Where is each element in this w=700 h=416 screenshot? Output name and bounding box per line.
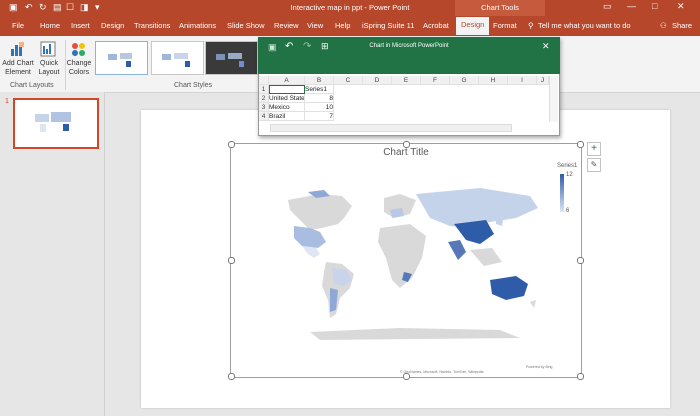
- resize-handle[interactable]: [228, 373, 235, 380]
- column-header[interactable]: C: [334, 76, 363, 85]
- tab-file[interactable]: File: [12, 21, 24, 30]
- chart-data-title: Chart in Microsoft PowerPoint: [369, 43, 449, 49]
- cell-b2[interactable]: 8: [305, 94, 334, 103]
- change-colors-button[interactable]: Change Colors: [64, 59, 94, 77]
- tell-me-input[interactable]: Tell me what you want to do: [538, 21, 631, 30]
- ribbon-display-icon[interactable]: ▭: [603, 1, 612, 12]
- cell-a1[interactable]: [269, 85, 305, 94]
- maximize-button[interactable]: □: [652, 1, 657, 11]
- quick-layout-label: Layout: [38, 69, 60, 76]
- tab-design[interactable]: Design: [101, 21, 124, 30]
- cell-a4[interactable]: Brazil: [269, 112, 305, 121]
- vertical-scrollbar[interactable]: [549, 76, 558, 122]
- cell-a3[interactable]: Mexico: [269, 103, 305, 112]
- column-header[interactable]: B: [305, 76, 334, 85]
- world-map[interactable]: [280, 188, 545, 348]
- legend-title: Series1: [557, 163, 578, 169]
- slide-number: 1: [5, 98, 9, 105]
- tab-insert[interactable]: Insert: [71, 21, 90, 30]
- region-north-america: [288, 194, 352, 230]
- region-southeast-asia: [470, 248, 502, 266]
- tab-transitions[interactable]: Transitions: [134, 21, 170, 30]
- column-header[interactable]: J: [537, 76, 549, 85]
- tab-acrobat[interactable]: Acrobat: [423, 21, 449, 30]
- country-japan: [496, 214, 504, 226]
- chart-style-2[interactable]: [151, 41, 204, 75]
- tab-slide-show[interactable]: Slide Show: [227, 21, 265, 30]
- group-chart-layouts-label: Chart Layouts: [10, 82, 54, 89]
- share-button[interactable]: Share: [672, 21, 692, 30]
- title-bar: ▣ ↶ ↻ ▤ ☐ ◨ ▾ Interactive map in ppt - P…: [0, 0, 700, 16]
- resize-handle[interactable]: [577, 373, 584, 380]
- resize-handle[interactable]: [403, 373, 410, 380]
- tab-home[interactable]: Home: [40, 21, 60, 30]
- minimize-button[interactable]: —: [627, 1, 636, 11]
- lightbulb-icon: ⚲: [528, 21, 534, 30]
- tab-format[interactable]: Format: [493, 21, 517, 30]
- cell-b3[interactable]: 10: [305, 103, 334, 112]
- column-header[interactable]: E: [392, 76, 421, 85]
- close-button[interactable]: ✕: [677, 1, 685, 12]
- select-all-corner[interactable]: [259, 76, 269, 85]
- slide-thumbnail[interactable]: [13, 98, 99, 149]
- share-icon[interactable]: ⚇: [660, 21, 667, 30]
- quick-layout-button[interactable]: Quick Layout: [34, 59, 64, 77]
- horizontal-scrollbar[interactable]: [270, 124, 512, 132]
- chart-data-titlebar: ▣ ↶ ↷ ⊞ Chart in Microsoft PowerPoint ✕: [258, 37, 560, 74]
- powered-by-bing: Powered by Bing: [526, 365, 553, 369]
- cell-b1[interactable]: Series1: [305, 85, 334, 94]
- ribbon-tabs: File Home Insert Design Transitions Anim…: [0, 16, 700, 36]
- tab-chart-design[interactable]: Design: [456, 17, 490, 35]
- change-colors-label: Colors: [68, 69, 90, 76]
- region-africa: [378, 224, 426, 288]
- resize-handle[interactable]: [577, 257, 584, 264]
- spreadsheet-grid[interactable]: A B C D E F G H I J 1 Series1 2 United S…: [259, 76, 558, 122]
- resize-handle[interactable]: [228, 257, 235, 264]
- legend-color-scale: [560, 174, 564, 212]
- change-colors-icon[interactable]: [70, 41, 88, 57]
- window-title: Interactive map in ppt - Power Point: [290, 3, 410, 12]
- legend-min: 6: [566, 208, 570, 214]
- row-header[interactable]: 2: [259, 94, 269, 103]
- map-credits: © GeoNames, Microsoft, Navinfo, TomTom, …: [400, 370, 484, 374]
- cell-b4[interactable]: 7: [305, 112, 334, 121]
- chart-style-3[interactable]: [205, 41, 258, 75]
- tab-review[interactable]: Review: [274, 21, 299, 30]
- chart-tools-label: Chart Tools: [455, 0, 545, 16]
- chart-elements-button[interactable]: +: [587, 142, 601, 156]
- group-chart-styles-label: Chart Styles: [174, 82, 213, 89]
- close-icon[interactable]: ✕: [542, 41, 550, 52]
- country-australia: [490, 276, 528, 300]
- tab-help[interactable]: Help: [335, 21, 350, 30]
- add-chart-element-button[interactable]: Add Chart Element: [1, 59, 35, 77]
- row-header[interactable]: 4: [259, 112, 269, 121]
- row-header[interactable]: 3: [259, 103, 269, 112]
- cell-a2[interactable]: United States: [269, 94, 305, 103]
- tab-ispring[interactable]: iSpring Suite 11: [362, 21, 414, 30]
- column-header[interactable]: F: [421, 76, 450, 85]
- region-antarctica: [310, 328, 520, 340]
- chart-title[interactable]: Chart Title: [230, 147, 582, 158]
- country-india: [448, 240, 466, 260]
- country-new-zealand: [530, 300, 536, 308]
- column-header[interactable]: A: [269, 76, 305, 85]
- chart-style-1[interactable]: [95, 41, 148, 75]
- column-header[interactable]: D: [363, 76, 392, 85]
- add-chart-element-icon[interactable]: [9, 41, 25, 57]
- tab-view[interactable]: View: [307, 21, 323, 30]
- tab-animations[interactable]: Animations: [179, 21, 216, 30]
- chart-styles-button[interactable]: ✎: [587, 158, 601, 172]
- country-united-states: [294, 226, 326, 248]
- add-chart-element-label: Element: [5, 69, 31, 76]
- column-header[interactable]: H: [479, 76, 508, 85]
- column-header[interactable]: G: [450, 76, 479, 85]
- quick-layout-icon[interactable]: [40, 41, 56, 57]
- row-header[interactable]: 1: [259, 85, 269, 94]
- column-header[interactable]: I: [508, 76, 537, 85]
- legend-max: 12: [566, 172, 573, 178]
